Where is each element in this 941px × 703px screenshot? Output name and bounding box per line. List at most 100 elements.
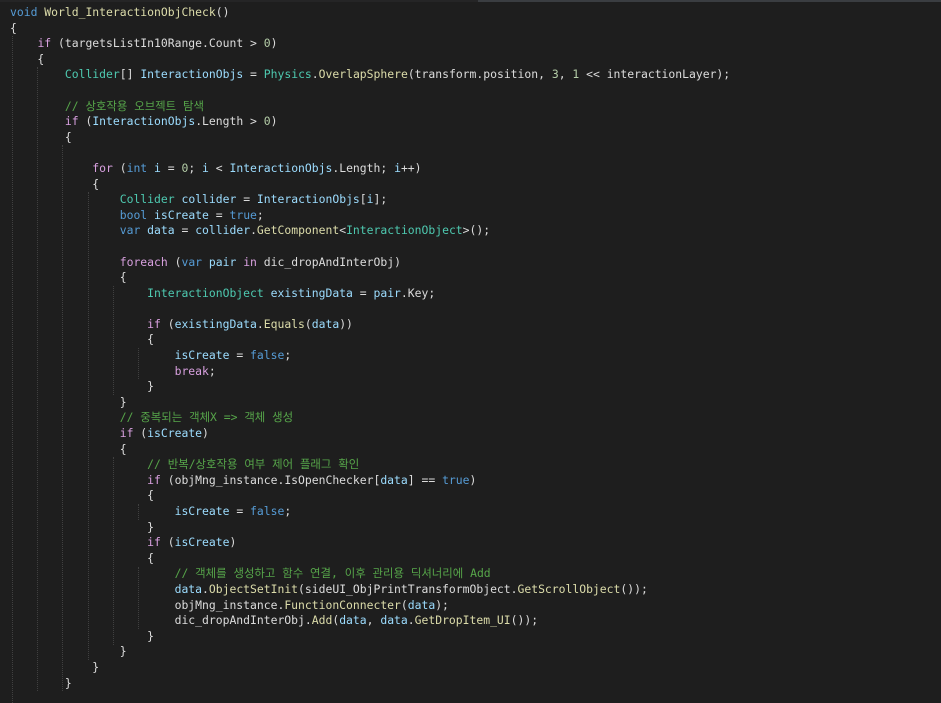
code-line[interactable]: { xyxy=(10,442,730,458)
code-token-plain: . xyxy=(202,581,209,596)
editor-tab-strip xyxy=(0,0,941,3)
code-line[interactable]: if (isCreate) xyxy=(10,426,730,442)
code-token-plain: ; xyxy=(188,160,203,175)
code-line[interactable]: void World_InteractionObjCheck() xyxy=(10,5,730,21)
code-token-type: Physics xyxy=(263,67,312,82)
code-line[interactable]: { xyxy=(10,52,730,68)
code-line[interactable]: if (objMng_instance.IsOpenChecker[data] … xyxy=(10,473,730,489)
code-token-plain: , xyxy=(366,613,381,628)
code-line[interactable]: { xyxy=(10,21,730,37)
code-line[interactable] xyxy=(10,691,730,703)
code-token-control: if xyxy=(37,36,52,51)
code-token-variable: data xyxy=(311,316,340,331)
code-line[interactable]: Collider collider = InteractionObjs[i]; xyxy=(10,192,730,208)
code-token-method: Add xyxy=(311,613,333,628)
code-line[interactable]: } xyxy=(10,379,730,395)
code-line[interactable]: isCreate = false; xyxy=(10,504,730,520)
code-token-plain: ) xyxy=(229,535,237,550)
code-line[interactable]: // 상호작용 오브젝트 탐색 xyxy=(10,99,730,115)
code-token-plain: objMng_instance. xyxy=(10,597,285,612)
code-token-plain: { xyxy=(10,550,155,565)
code-line[interactable]: } xyxy=(10,395,730,411)
code-line[interactable]: if (isCreate) xyxy=(10,535,730,551)
code-line[interactable]: { xyxy=(10,551,730,567)
code-token-plain: = xyxy=(160,160,182,175)
code-token-keyword: var xyxy=(119,223,141,238)
code-line[interactable]: } xyxy=(10,676,730,692)
code-line[interactable]: data.ObjectSetInit(sideUI_ObjPrintTransf… xyxy=(10,582,730,598)
code-token-plain: () xyxy=(215,5,230,19)
code-line[interactable] xyxy=(10,239,730,255)
code-token-type: InteractionObject xyxy=(346,223,463,238)
code-line[interactable]: if (InteractionObjs.Length > 0) xyxy=(10,114,730,130)
code-token-variable: existingData xyxy=(270,285,353,300)
code-token-method: GetScrollObject xyxy=(517,581,621,596)
code-token-plain: = xyxy=(208,207,230,222)
code-line[interactable]: dic_dropAndInterObj.Add(data, data.GetDr… xyxy=(10,613,730,629)
code-token-variable: InteractionObjs xyxy=(140,67,244,82)
code-line[interactable]: isCreate = false; xyxy=(10,348,730,364)
code-line[interactable] xyxy=(10,301,730,317)
code-token-variable: isCreate xyxy=(174,504,230,518)
code-token-plain: dic_dropAndInterObj. xyxy=(10,613,312,628)
code-token-plain: = xyxy=(236,192,257,207)
code-token-type: Collider xyxy=(64,67,120,82)
code-line[interactable]: { xyxy=(10,270,730,286)
code-token-plain: ; xyxy=(208,363,216,378)
code-line[interactable]: // 중복되는 객체X => 객체 생성 xyxy=(10,410,730,426)
code-line[interactable]: } xyxy=(10,644,730,660)
code-line[interactable]: // 객체를 생성하고 함수 연결, 이후 관리용 딕셔너리에 Add xyxy=(10,566,730,582)
code-line[interactable]: InteractionObject existingData = pair.Ke… xyxy=(10,286,730,302)
code-lines[interactable]: void World_InteractionObjCheck(){ if (ta… xyxy=(10,5,730,703)
code-token-control: if xyxy=(147,316,161,331)
code-line[interactable]: } xyxy=(10,629,730,645)
code-line[interactable]: } xyxy=(10,660,730,676)
code-token-plain: } xyxy=(10,379,155,394)
code-token-variable: pair xyxy=(208,254,237,269)
code-line[interactable]: { xyxy=(10,332,730,348)
code-token-plain: ( xyxy=(112,160,127,175)
code-token-plain: >(); xyxy=(462,223,491,238)
code-token-comment: // 중복되는 객체X => 객체 생성 xyxy=(119,410,294,425)
code-token-plain: { xyxy=(10,129,72,144)
code-line[interactable]: objMng_instance.FunctionConnecter(data); xyxy=(10,598,730,614)
code-line[interactable]: { xyxy=(10,488,730,504)
code-token-plain: ( xyxy=(133,426,148,441)
code-line[interactable]: if (existingData.Equals(data)) xyxy=(10,317,730,333)
code-token-control: in xyxy=(243,254,257,269)
code-line[interactable]: Collider[] InteractionObjs = Physics.Ove… xyxy=(10,67,730,83)
code-token-plain: ( xyxy=(78,114,93,129)
code-token-variable: InteractionObjs xyxy=(92,114,196,129)
code-token-plain: ; xyxy=(284,504,292,518)
code-token-type: InteractionObject xyxy=(147,285,264,300)
code-line[interactable] xyxy=(10,145,730,161)
code-token-keyword: true xyxy=(229,207,257,222)
code-line[interactable]: { xyxy=(10,130,730,146)
code-line[interactable]: if (targetsListIn10Range.Count > 0) xyxy=(10,36,730,52)
code-token-plain: (transform.position, xyxy=(407,67,552,82)
code-token-plain: , xyxy=(558,67,573,82)
code-editor[interactable]: void World_InteractionObjCheck(){ if (ta… xyxy=(0,0,941,703)
code-line[interactable]: foreach (var pair in dic_dropAndInterObj… xyxy=(10,255,730,271)
code-token-variable: data xyxy=(174,581,203,596)
code-line[interactable]: // 반복/상호작용 여부 제어 플래그 확인 xyxy=(10,457,730,473)
code-line[interactable] xyxy=(10,83,730,99)
code-line[interactable]: break; xyxy=(10,364,730,380)
code-token-control: if xyxy=(64,114,79,129)
code-token-plain: << interactionLayer); xyxy=(579,67,731,82)
code-line[interactable]: } xyxy=(10,520,730,536)
code-line[interactable]: var data = collider.GetComponent<Interac… xyxy=(10,223,730,239)
code-line[interactable]: for (int i = 0; i < InteractionObjs.Leng… xyxy=(10,161,730,177)
code-line[interactable]: { xyxy=(10,177,730,193)
code-line[interactable]: bool isCreate = true; xyxy=(10,208,730,224)
